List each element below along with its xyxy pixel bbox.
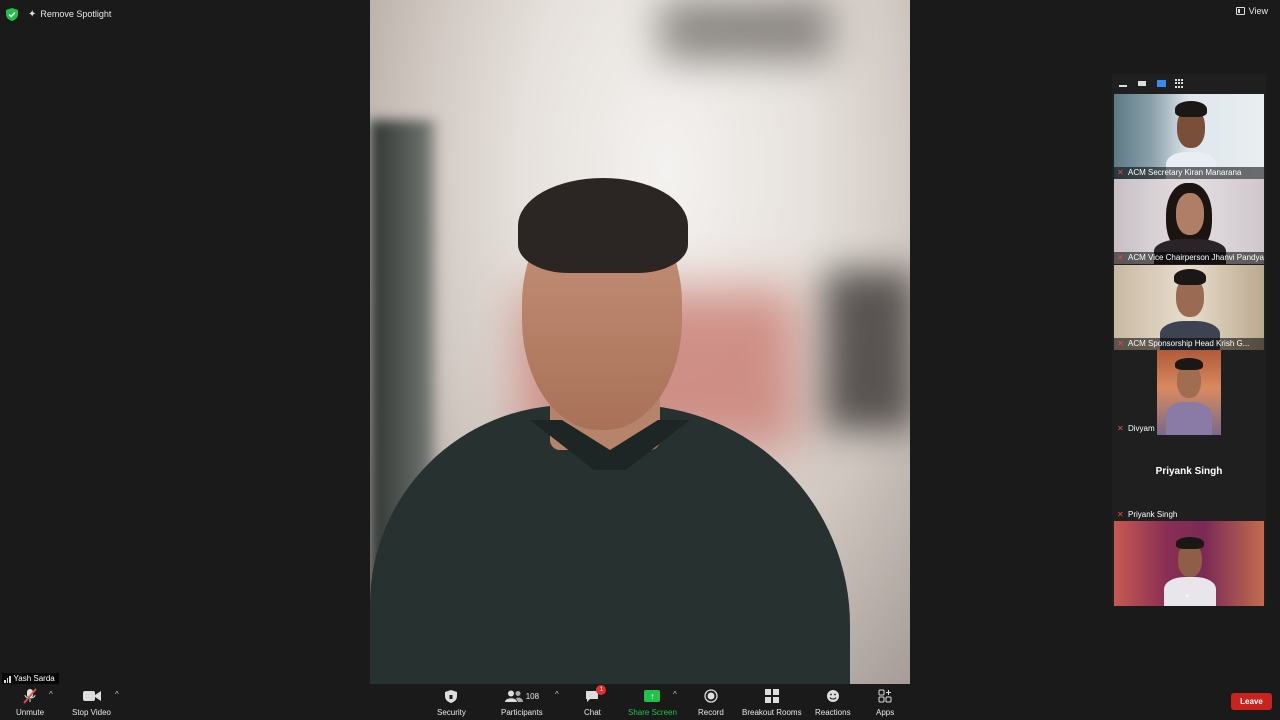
participant-hair	[1174, 268, 1206, 285]
participant-name: Priyank Singh	[1128, 509, 1178, 519]
security-label: Security	[437, 708, 466, 717]
breakout-rooms-label: Breakout Rooms	[742, 708, 802, 717]
gallery-sidebar: ACM Secretary Kiran Manarana ✕ ACM Vice …	[1112, 74, 1266, 606]
muted-mic-icon: ✕	[1117, 509, 1124, 519]
participant-tile[interactable]: Divyam ✕	[1114, 350, 1264, 435]
security-shield-icon	[445, 688, 458, 704]
participants-icon: 108	[504, 688, 540, 704]
gallery-view-toolbar	[1112, 74, 1266, 93]
minimize-videos-button[interactable]	[1118, 80, 1128, 88]
breakout-rooms-button[interactable]: Breakout Rooms	[742, 688, 802, 717]
record-icon	[704, 688, 718, 704]
participant-hair	[1175, 100, 1207, 117]
strip-view-icon	[1138, 81, 1146, 86]
participant-tile[interactable]: ACM Sponsorship Head Krish G... ✕	[1114, 264, 1264, 350]
chat-bubble-icon: 1	[585, 685, 607, 704]
share-screen-label: Share Screen	[628, 708, 677, 717]
view-label: View	[1248, 6, 1268, 16]
muted-mic-icon: ✕	[1117, 424, 1124, 433]
encryption-shield-icon[interactable]	[6, 7, 18, 21]
apps-button[interactable]: Apps	[876, 688, 894, 717]
remove-spotlight-label: Remove Spotlight	[40, 9, 112, 19]
view-icon	[1235, 7, 1245, 15]
participant-name: ACM Vice Chairperson Jhanvi Pandya	[1114, 252, 1264, 264]
participant-tile[interactable]: Priyank Singh Priyank Singh ✕	[1114, 435, 1264, 521]
muted-microphone-icon	[23, 688, 37, 704]
view-button[interactable]: View	[1235, 6, 1268, 16]
participants-label: Participants	[501, 708, 543, 717]
reactions-smiley-icon	[826, 688, 840, 704]
spotlight-video[interactable]	[370, 0, 910, 684]
chat-label: Chat	[584, 708, 601, 717]
side-view-icon	[1156, 80, 1166, 87]
share-screen-icon: ↑	[644, 688, 661, 704]
apps-label: Apps	[876, 708, 895, 717]
signal-strength-icon	[4, 675, 11, 683]
unmute-label: Unmute	[16, 708, 45, 717]
record-label: Record	[698, 708, 724, 717]
scroll-down-chevron-icon[interactable]: ⌄	[1183, 589, 1191, 600]
participant-hair	[1175, 358, 1203, 370]
participant-tile[interactable]: ACM Secretary Kiran Manarana ✕	[1114, 93, 1264, 179]
participant-name: ACM Sponsorship Head Krish G...	[1114, 337, 1264, 350]
breakout-rooms-icon	[764, 688, 779, 704]
muted-mic-icon: ✕	[1117, 253, 1124, 262]
participant-name: ACM Secretary Kiran Manarana	[1114, 166, 1264, 179]
audio-options-caret-icon[interactable]: ^	[49, 690, 53, 699]
ceiling-fan-blur	[660, 0, 830, 60]
leave-button[interactable]: Leave	[1231, 693, 1272, 710]
pin-icon: ✦	[28, 8, 37, 20]
grid-view-button[interactable]	[1175, 78, 1185, 89]
participant-face	[1176, 193, 1204, 235]
apps-icon	[878, 688, 892, 704]
muted-mic-icon: ✕	[1117, 167, 1124, 177]
security-button[interactable]: Security	[437, 688, 466, 717]
video-options-caret-icon[interactable]: ^	[115, 690, 119, 699]
reactions-label: Reactions	[815, 708, 851, 717]
stop-video-label: Stop Video	[72, 708, 111, 717]
participant-torso	[1166, 402, 1212, 435]
muted-mic-icon: ✕	[1117, 338, 1124, 348]
zoom-meeting-window: ✦ Remove Spotlight View ACM Secretary Ki…	[0, 0, 1280, 720]
speaker-hair	[518, 178, 688, 273]
participants-count: 108	[525, 691, 540, 701]
reactions-button[interactable]: Reactions	[815, 688, 851, 717]
participant-display-name: Priyank Singh	[1155, 465, 1223, 477]
stop-video-button[interactable]: Stop Video	[72, 688, 111, 717]
strip-view-button[interactable]	[1137, 80, 1147, 88]
participants-options-caret-icon[interactable]: ^	[555, 690, 559, 699]
grid-view-icon	[1175, 78, 1185, 89]
remove-spotlight-button[interactable]: ✦ Remove Spotlight	[28, 9, 111, 20]
side-view-button[interactable]	[1156, 80, 1166, 88]
record-button[interactable]: Record	[698, 688, 724, 717]
participants-button[interactable]: 108 Participants	[501, 688, 543, 717]
minimize-icon	[1119, 85, 1127, 87]
video-camera-icon	[82, 688, 101, 704]
top-left-bar: ✦ Remove Spotlight	[6, 6, 111, 22]
share-options-caret-icon[interactable]: ^	[673, 690, 677, 699]
unmute-button[interactable]: Unmute	[16, 688, 44, 717]
chat-button[interactable]: 1 Chat	[584, 685, 607, 717]
share-screen-button[interactable]: ↑ Share Screen	[628, 688, 677, 717]
background-dark-object	[825, 270, 910, 430]
participant-tile[interactable]: ACM Vice Chairperson Jhanvi Pandya ✕	[1114, 179, 1264, 264]
participant-hair	[1176, 537, 1204, 549]
